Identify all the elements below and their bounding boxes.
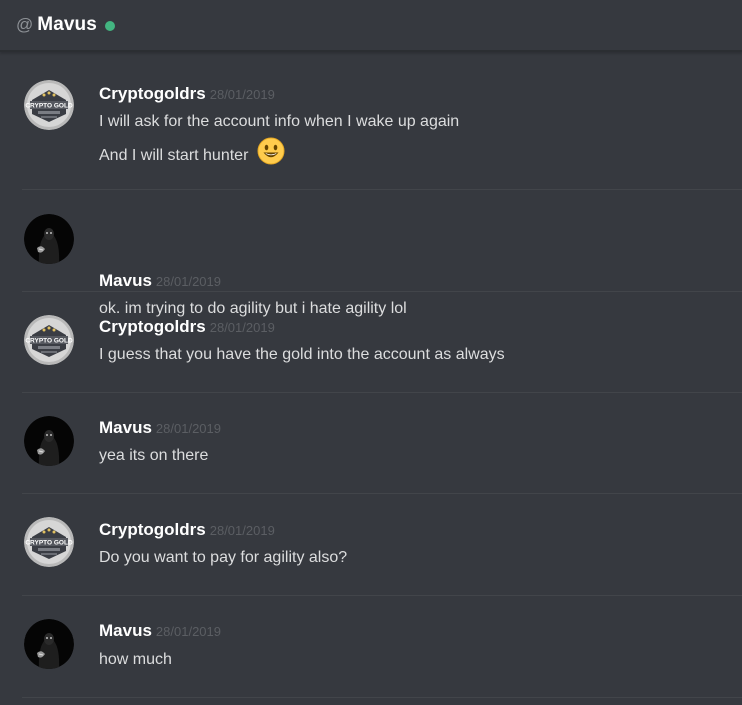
dark-character-icon [24,416,74,466]
message-timestamp: 28/01/2019 [155,274,221,289]
message-divider [22,392,742,393]
svg-text:CRYPTO GOLD: CRYPTO GOLD [25,103,73,110]
message-author-row[interactable]: Mavus 28/01/2019 [99,271,221,292]
author-name[interactable]: Cryptogoldrs [99,317,206,336]
author-name[interactable]: Mavus [99,271,152,290]
svg-text:CRYPTO GOLD: CRYPTO GOLD [25,540,73,547]
crypto-gold-logo-icon: CRYPTO GOLD [24,315,74,365]
dark-character-icon [24,619,74,669]
dark-character-icon [24,214,74,264]
message-timestamp: 28/01/2019 [209,320,275,335]
avatar-mavus[interactable] [24,619,74,669]
author-name[interactable]: Cryptogoldrs [99,520,206,539]
message-text: I will ask for the account info when I w… [99,113,460,130]
avatar-mavus[interactable] [24,416,74,466]
message-text: Do you want to pay for agility also? [99,549,348,566]
dm-recipient-name[interactable]: Mavus [37,14,97,36]
author-name[interactable]: Mavus [99,621,152,640]
message-divider [22,189,742,190]
message-divider [22,493,742,494]
message-author-row[interactable]: Mavus 28/01/2019 [99,621,221,642]
message-author-row[interactable]: Cryptogoldrs 28/01/2019 [99,520,275,541]
message-timestamp: 28/01/2019 [209,523,275,538]
message-text-line: And I will start hunter [99,137,285,171]
crypto-gold-logo-icon: CRYPTO GOLD [24,80,74,130]
message-divider [22,291,742,292]
svg-text:CRYPTO GOLD: CRYPTO GOLD [25,338,73,345]
message-author-row[interactable]: Cryptogoldrs 28/01/2019 [99,317,275,338]
message-timestamp: 28/01/2019 [155,421,221,436]
dm-header: @ Mavus [0,0,742,52]
message-timestamp: 28/01/2019 [209,87,275,102]
message-text: how much [99,651,172,668]
message-author-row[interactable]: Mavus 28/01/2019 [99,418,221,439]
at-symbol-icon: @ [16,14,34,34]
message-text: And I will start hunter [99,147,249,165]
crypto-gold-logo-icon: CRYPTO GOLD [24,517,74,567]
online-status-icon [104,20,115,31]
message-list[interactable]: CRYPTO GOLD Cryptogoldrs 28/01/2019 I wil… [0,54,742,705]
message-text: ok. im trying to do agility but i hate a… [99,300,407,317]
message-text: I guess that you have the gold into the … [99,346,505,363]
avatar-cryptogoldrs[interactable]: CRYPTO GOLD [24,80,74,130]
author-name[interactable]: Mavus [99,418,152,437]
avatar-mavus[interactable] [24,214,74,264]
dm-window: @ Mavus CRYPTO GOLD Cryptogoldrs 28/01/2… [0,0,742,705]
smiley-emoji-icon [257,137,285,171]
avatar-cryptogoldrs[interactable]: CRYPTO GOLD [24,315,74,365]
author-name[interactable]: Cryptogoldrs [99,84,206,103]
message-author[interactable]: Cryptogoldrs 28/01/2019 [99,84,275,105]
message-text: yea its on there [99,447,209,464]
message-timestamp: 28/01/2019 [155,624,221,639]
message-divider [22,595,742,596]
avatar-cryptogoldrs[interactable]: CRYPTO GOLD [24,517,74,567]
message-divider [22,697,742,698]
